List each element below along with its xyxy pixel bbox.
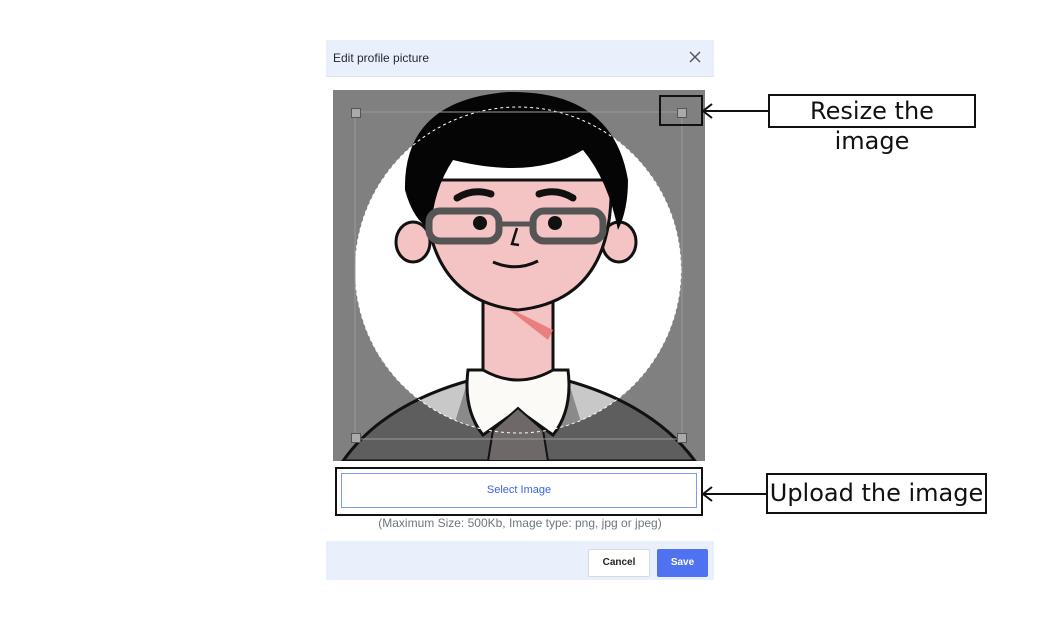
upload-annotation-label: Upload the image [766, 473, 987, 514]
resize-annotation-label: Resize the image [768, 94, 976, 155]
annotation-arrows [701, 103, 768, 502]
